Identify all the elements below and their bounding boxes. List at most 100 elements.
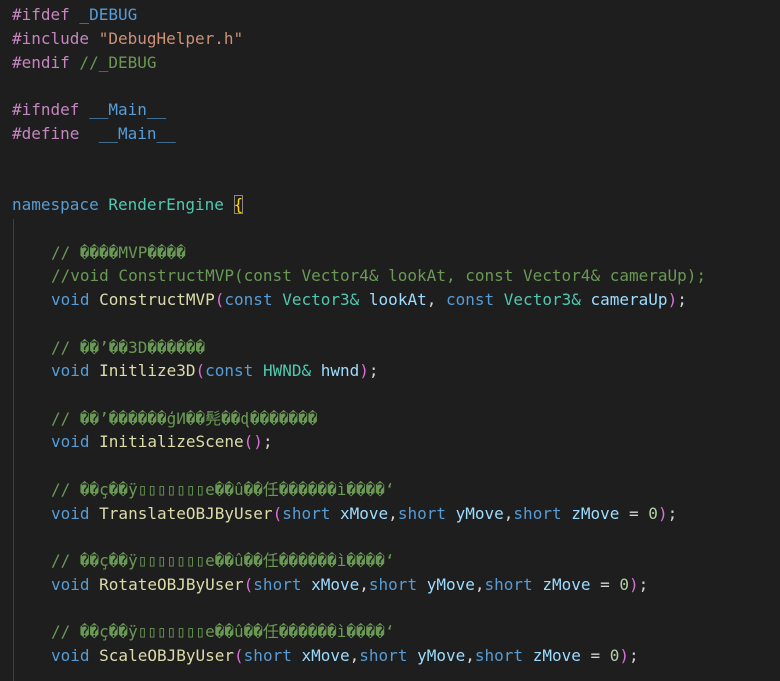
code-line-scale-obj[interactable]: void ScaleOBJByUser(short xMove,short yM… (51, 644, 639, 668)
code-line-define[interactable]: #define __Main__ (12, 122, 176, 146)
const-keyword: const (445, 290, 495, 309)
indent-guide (13, 219, 14, 681)
preprocessor-keyword: #ifndef (12, 100, 80, 119)
code-line-translate-obj[interactable]: void TranslateOBJByUser(short xMove,shor… (51, 502, 677, 526)
namespace-name: RenderEngine (98, 195, 224, 214)
semicolon: ; (368, 361, 379, 380)
param-type: short (243, 646, 292, 665)
param-type: Vector3& (272, 290, 360, 309)
const-keyword: const (205, 361, 254, 380)
code-line-comment[interactable]: // ��’������ģИ��髡��ɖ������� (51, 407, 317, 431)
code-line-comment[interactable]: // ��ç��ÿ▯▯▯▯▯▯▯e��û��任������ì����‘ (51, 620, 395, 644)
return-type: void (51, 432, 90, 451)
semicolon: ; (638, 575, 649, 594)
code-comment: // ��ç��ÿ▯▯▯▯▯▯▯e��û��任������ì����‘ (51, 551, 395, 570)
return-type: void (51, 504, 90, 523)
preprocessor-keyword: #endif (12, 53, 70, 72)
code-line-initlize3d[interactable]: void Initlize3D(const HWND& hwnd); (51, 359, 379, 383)
param-type: short (474, 646, 524, 665)
param-name: yMove (417, 575, 475, 594)
code-line-comment[interactable]: // ��ç��ÿ▯▯▯▯▯▯▯e��û��任������ì����‘ (51, 478, 395, 502)
paren: ) (253, 432, 263, 451)
equals: = (619, 504, 649, 523)
return-type: void (51, 575, 90, 594)
comma: , (359, 575, 369, 594)
default-value: 0 (619, 575, 630, 594)
param-name: hwnd (311, 361, 360, 380)
param-type: short (253, 575, 302, 594)
comma: , (388, 504, 398, 523)
code-comment: //_DEBUG (69, 53, 157, 72)
open-brace: { (233, 195, 244, 214)
paren: ( (272, 504, 283, 523)
code-line-comment[interactable]: // ��’��3D������ (51, 336, 205, 360)
code-line-rotate-obj[interactable]: void RotateOBJByUser(short xMove,short y… (51, 573, 648, 597)
function-name: ScaleOBJByUser (89, 646, 235, 665)
semicolon: ; (262, 432, 273, 451)
code-line-ifndef[interactable]: #ifndef __Main__ (12, 98, 166, 122)
paren: ) (359, 361, 369, 380)
function-name: TranslateOBJByUser (89, 504, 273, 523)
semicolon: ; (667, 504, 678, 523)
semicolon: ; (677, 290, 687, 309)
param-name: xMove (301, 575, 360, 594)
macro-name: _DEBUG (69, 5, 138, 24)
preprocessor-keyword: #ifdef (12, 5, 70, 24)
code-comment: //void ConstructMVP(const Vector4& lookA… (51, 266, 707, 285)
paren: ( (195, 361, 206, 380)
param-type: short (368, 575, 418, 594)
macro-name: __Main__ (79, 100, 167, 119)
code-line-namespace[interactable]: namespace RenderEngine { (12, 193, 244, 217)
code-line-construct-mvp[interactable]: void ConstructMVP(const Vector3& lookAt,… (51, 288, 687, 312)
paren: ) (667, 290, 678, 309)
paren: ( (234, 646, 244, 665)
paren: ) (657, 504, 668, 523)
param-name: cameraUp (580, 290, 668, 309)
semicolon: ; (629, 646, 639, 665)
code-comment: // ��ç��ÿ▯▯▯▯▯▯▯e��û��任������ì����‘ (51, 480, 395, 499)
param-name: yMove (445, 504, 504, 523)
code-line-comment[interactable]: //void ConstructMVP(const Vector4& lookA… (51, 264, 706, 288)
const-keyword: const (224, 290, 273, 309)
macro-name: __Main__ (79, 124, 176, 143)
param-type: short (513, 504, 562, 523)
paren: ) (629, 575, 639, 594)
comma: , (503, 504, 514, 523)
param-name: yMove (407, 646, 466, 665)
equals: = (590, 575, 620, 594)
param-type: short (359, 646, 408, 665)
return-type: void (51, 290, 90, 309)
param-type: HWND& (253, 361, 312, 380)
code-comment: // ����MVP���� (51, 243, 186, 262)
code-line-initialize-scene[interactable]: void InitializeScene(); (51, 430, 273, 454)
paren: ( (243, 575, 254, 594)
param-name: xMove (291, 646, 350, 665)
param-name: xMove (330, 504, 389, 523)
default-value: 0 (648, 504, 658, 523)
function-name: Initlize3D (89, 361, 196, 380)
function-name: RotateOBJByUser (89, 575, 244, 594)
paren: ) (619, 646, 630, 665)
comma: , (465, 646, 475, 665)
param-type: short (484, 575, 533, 594)
code-line-comment[interactable]: // ��ç��ÿ▯▯▯▯▯▯▯e��û��任������ì����‘ (51, 549, 395, 573)
code-line-include[interactable]: #include "DebugHelper.h" (12, 27, 243, 51)
preprocessor-keyword: #include (12, 29, 90, 48)
code-line-endif[interactable]: #endif //_DEBUG (12, 51, 157, 75)
code-comment: // ��’������ģИ��髡��ɖ������� (51, 409, 318, 428)
return-type: void (51, 646, 90, 665)
param-type: short (397, 504, 446, 523)
function-name: ConstructMVP (89, 290, 215, 309)
code-line-comment[interactable]: // ����MVP���� (51, 241, 186, 265)
comma: , (426, 290, 446, 309)
preprocessor-keyword: #define (12, 124, 80, 143)
function-name: InitializeScene (89, 432, 244, 451)
param-type: short (282, 504, 331, 523)
code-editor[interactable]: #ifdef _DEBUG #include "DebugHelper.h" #… (0, 0, 780, 681)
default-value: 0 (609, 646, 620, 665)
paren: ( (243, 432, 254, 451)
code-comment: // ��’��3D������ (51, 338, 206, 357)
code-line-ifdef[interactable]: #ifdef _DEBUG (12, 3, 137, 27)
param-name: lookAt (359, 290, 427, 309)
paren: ( (214, 290, 225, 309)
